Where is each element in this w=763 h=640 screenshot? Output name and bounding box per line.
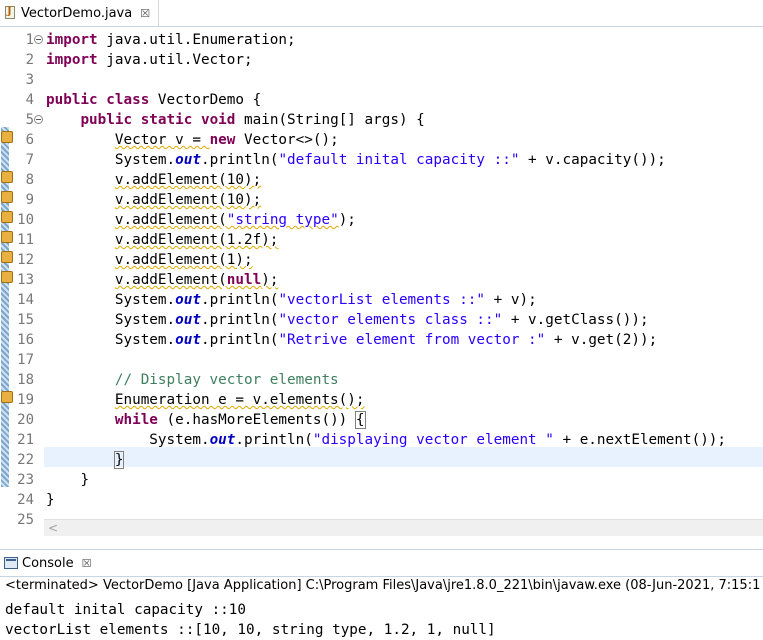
scroll-left-icon[interactable]: <	[48, 520, 58, 536]
line-number: 18	[17, 372, 34, 388]
line-number: 25	[17, 512, 34, 528]
code-line-12: v.addElement(1);	[114, 252, 253, 268]
code-line-6: Vector v = new Vector<>();	[114, 132, 339, 148]
code-line-16: System.out.println("Retrive element from…	[114, 332, 658, 348]
line-number: 9	[25, 192, 34, 208]
line-number: 3	[25, 72, 34, 88]
console-output-line: default inital capacity ::10	[5, 602, 247, 618]
java-file-icon: J	[4, 6, 17, 20]
code-line-18: // Display vector elements	[114, 372, 339, 388]
fold-toggle-icon[interactable]	[34, 35, 43, 44]
fold-toggle-icon[interactable]	[34, 115, 43, 124]
code-line-20: while (e.hasMoreElements()) {	[114, 411, 366, 429]
code-line-5: public static void main(String[] args) {	[80, 112, 425, 128]
code-line-13: v.addElement(null);	[114, 272, 279, 288]
code-line-23: }	[80, 472, 90, 488]
code-line-11: v.addElement(1.2f);	[114, 232, 279, 248]
line-number: 13	[17, 272, 34, 288]
line-number: 2	[25, 52, 34, 68]
console-icon	[4, 557, 18, 569]
line-number: 11	[17, 232, 34, 248]
console-output-line: vectorList elements ::[10, 10, string ty…	[5, 622, 496, 638]
close-icon[interactable]: ☒	[140, 7, 150, 20]
code-line-19: Enumeration e = v.elements();	[114, 392, 365, 408]
editor-tab-bar: J VectorDemo.java ☒	[0, 0, 763, 27]
code-line-24: }	[46, 492, 55, 508]
console-tab-label: Console	[22, 555, 74, 571]
line-number: 4	[25, 92, 34, 108]
code-line-9: v.addElement(10);	[114, 192, 262, 208]
close-icon[interactable]: ☒	[82, 557, 92, 570]
console-status-line: <terminated> VectorDemo [Java Applicatio…	[5, 578, 761, 593]
code-line-14: System.out.println("vectorList elements …	[114, 292, 537, 308]
line-number: 15	[17, 312, 34, 328]
code-line-22: }	[113, 451, 125, 469]
line-number: 22	[17, 452, 34, 468]
line-number: 8	[25, 172, 34, 188]
line-number: 16	[17, 332, 34, 348]
line-number: 6	[25, 132, 34, 148]
line-number: 17	[17, 352, 34, 368]
text-cursor	[123, 451, 125, 467]
line-number: 10	[17, 212, 34, 228]
code-line-21: System.out.println("displaying vector el…	[149, 432, 727, 448]
line-number: 14	[17, 292, 34, 308]
current-line-highlight	[44, 447, 763, 467]
line-number: 20	[17, 412, 34, 428]
code-line-2: import java.util.Vector;	[46, 52, 253, 68]
console-tab[interactable]: Console ☒	[0, 550, 97, 576]
code-line-10: v.addElement("string type");	[114, 212, 356, 228]
line-number: 24	[17, 492, 34, 508]
code-line-1: import java.util.Enumeration;	[46, 32, 296, 48]
editor-tab-label: VectorDemo.java	[21, 5, 133, 21]
line-number: 5	[25, 112, 34, 128]
horizontal-scrollbar[interactable]: <	[44, 519, 763, 536]
code-line-15: System.out.println("vector elements clas…	[114, 312, 649, 328]
code-line-8: v.addElement(10);	[114, 172, 262, 188]
line-number: 12	[17, 252, 34, 268]
editor-tab-vectordemo[interactable]: J VectorDemo.java ☒	[0, 0, 160, 26]
console-tab-bar: Console ☒	[0, 549, 763, 577]
code-line-7: System.out.println("default inital capac…	[114, 152, 666, 168]
line-number: 21	[17, 432, 34, 448]
line-number: 7	[25, 152, 34, 168]
code-editor[interactable]: 1 2 3 4 5 6 7 8 9 10 11 12 13 14 15 16 1…	[0, 27, 763, 528]
line-number: 19	[17, 392, 34, 408]
code-line-4: public class VectorDemo {	[46, 92, 262, 108]
line-number: 23	[17, 472, 34, 488]
line-number: 1	[25, 32, 34, 48]
